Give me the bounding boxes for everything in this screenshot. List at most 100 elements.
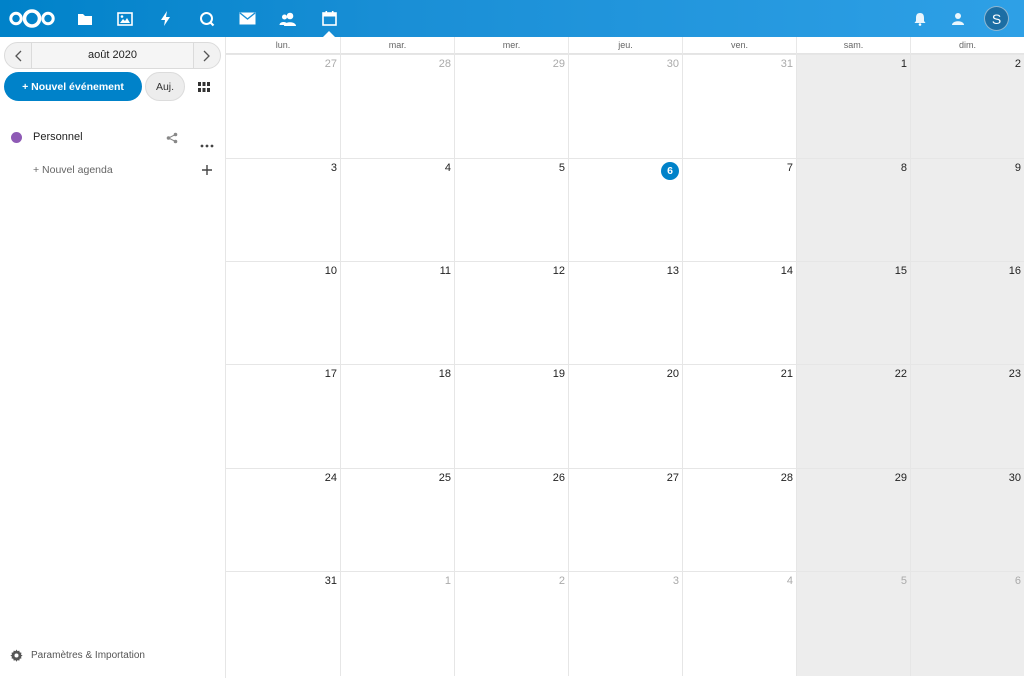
day-number[interactable]: 15: [895, 265, 907, 277]
day-cell[interactable]: 15: [796, 261, 910, 364]
next-month-button[interactable]: [194, 43, 220, 68]
day-cell[interactable]: 4: [340, 158, 454, 261]
day-number[interactable]: 29: [895, 472, 907, 484]
day-cell[interactable]: 23: [910, 364, 1024, 468]
day-number[interactable]: 12: [553, 265, 565, 277]
day-cell[interactable]: 31: [226, 571, 340, 676]
day-cell[interactable]: 3: [226, 158, 340, 261]
day-number[interactable]: 4: [445, 162, 451, 174]
day-cell[interactable]: 6: [910, 571, 1024, 676]
day-number[interactable]: 10: [325, 265, 337, 277]
day-number[interactable]: 8: [901, 162, 907, 174]
day-number[interactable]: 2: [1015, 58, 1021, 70]
day-number[interactable]: 9: [1015, 162, 1021, 174]
day-number[interactable]: 28: [439, 58, 451, 70]
day-number[interactable]: 26: [553, 472, 565, 484]
day-cell[interactable]: 8: [796, 158, 910, 261]
today-button[interactable]: Auj.: [145, 72, 185, 101]
day-cell[interactable]: 29: [454, 54, 568, 158]
day-number[interactable]: 16: [1009, 265, 1021, 277]
contacts-icon[interactable]: [268, 0, 308, 37]
day-number[interactable]: 7: [787, 162, 793, 174]
photos-icon[interactable]: [105, 0, 145, 37]
day-number[interactable]: 11: [440, 265, 451, 277]
nextcloud-logo-icon[interactable]: [8, 6, 56, 31]
day-number[interactable]: 3: [331, 162, 337, 174]
new-event-button[interactable]: + Nouvel événement: [4, 72, 142, 101]
day-cell[interactable]: 13: [568, 261, 682, 364]
day-number[interactable]: 31: [781, 58, 793, 70]
day-cell[interactable]: 3: [568, 571, 682, 676]
day-cell[interactable]: 1: [796, 54, 910, 158]
day-number[interactable]: 13: [667, 265, 679, 277]
day-cell[interactable]: 10: [226, 261, 340, 364]
day-number[interactable]: 24: [325, 472, 337, 484]
day-cell[interactable]: 2: [910, 54, 1024, 158]
day-number[interactable]: 22: [895, 368, 907, 380]
day-number[interactable]: 25: [439, 472, 451, 484]
day-cell[interactable]: 28: [682, 468, 796, 571]
activity-icon[interactable]: [146, 0, 186, 37]
day-number[interactable]: 1: [901, 58, 907, 70]
day-cell[interactable]: 19: [454, 364, 568, 468]
day-cell[interactable]: 9: [910, 158, 1024, 261]
day-cell[interactable]: 31: [682, 54, 796, 158]
day-number[interactable]: 1: [445, 575, 451, 587]
day-number[interactable]: 31: [325, 575, 337, 587]
files-icon[interactable]: [65, 0, 105, 37]
search-icon[interactable]: [187, 0, 227, 37]
view-switcher-button[interactable]: [193, 79, 215, 95]
day-cell[interactable]: 2: [454, 571, 568, 676]
day-number[interactable]: 27: [325, 58, 337, 70]
day-number[interactable]: 18: [439, 368, 451, 380]
day-cell[interactable]: 12: [454, 261, 568, 364]
day-cell[interactable]: 30: [910, 468, 1024, 571]
day-number[interactable]: 30: [1009, 472, 1021, 484]
day-cell[interactable]: 28: [340, 54, 454, 158]
day-cell[interactable]: 24: [226, 468, 340, 571]
day-cell[interactable]: 21: [682, 364, 796, 468]
day-cell[interactable]: 29: [796, 468, 910, 571]
day-number[interactable]: 17: [325, 368, 337, 380]
day-cell[interactable]: 4: [682, 571, 796, 676]
day-cell[interactable]: 27: [226, 54, 340, 158]
day-cell[interactable]: 27: [568, 468, 682, 571]
day-cell[interactable]: 5: [454, 158, 568, 261]
user-avatar[interactable]: S: [984, 6, 1009, 31]
day-number[interactable]: 5: [559, 162, 565, 174]
today-date-badge[interactable]: 6: [661, 162, 679, 180]
day-number[interactable]: 14: [781, 265, 793, 277]
share-icon[interactable]: [166, 131, 178, 149]
day-cell[interactable]: 22: [796, 364, 910, 468]
day-number[interactable]: 19: [553, 368, 565, 380]
day-cell[interactable]: 16: [910, 261, 1024, 364]
more-options-icon[interactable]: [200, 135, 214, 153]
day-number[interactable]: 28: [781, 472, 793, 484]
day-number[interactable]: 21: [781, 368, 793, 380]
day-number[interactable]: 2: [559, 575, 565, 587]
day-cell[interactable]: 18: [340, 364, 454, 468]
day-cell[interactable]: 25: [340, 468, 454, 571]
notifications-icon[interactable]: [900, 0, 940, 37]
day-number[interactable]: 30: [667, 58, 679, 70]
new-calendar-item[interactable]: + Nouvel agenda: [0, 155, 226, 185]
day-cell[interactable]: 6: [568, 158, 682, 261]
day-cell[interactable]: 17: [226, 364, 340, 468]
day-cell[interactable]: 20: [568, 364, 682, 468]
day-number[interactable]: 6: [1015, 575, 1021, 587]
previous-month-button[interactable]: [5, 43, 31, 68]
day-cell[interactable]: 30: [568, 54, 682, 158]
settings-button[interactable]: Paramètres & Importation: [10, 649, 145, 662]
day-cell[interactable]: 5: [796, 571, 910, 676]
day-number[interactable]: 4: [787, 575, 793, 587]
day-number[interactable]: 20: [667, 368, 679, 380]
day-number[interactable]: 29: [553, 58, 565, 70]
day-number[interactable]: 3: [673, 575, 679, 587]
day-cell[interactable]: 1: [340, 571, 454, 676]
day-cell[interactable]: 11: [340, 261, 454, 364]
day-cell[interactable]: 7: [682, 158, 796, 261]
plus-icon[interactable]: [201, 163, 213, 181]
current-month-label[interactable]: août 2020: [31, 43, 194, 68]
day-number[interactable]: 5: [901, 575, 907, 587]
contacts-menu-icon[interactable]: [938, 0, 978, 37]
